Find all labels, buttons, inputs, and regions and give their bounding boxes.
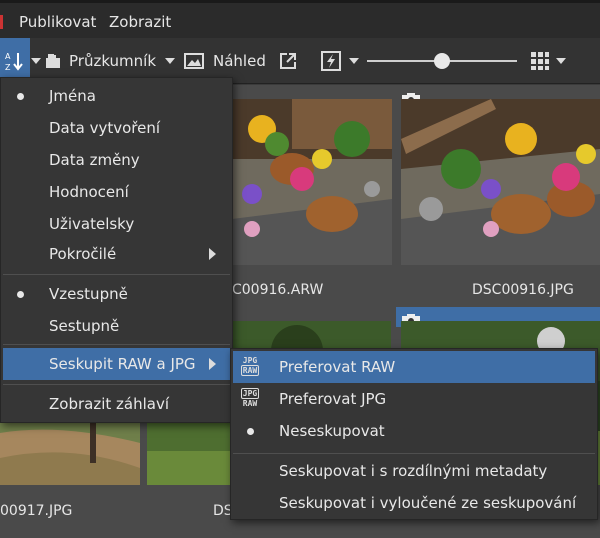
menu-separator (3, 274, 230, 275)
quick-fix-button[interactable] (321, 38, 341, 84)
checked-dot-icon (247, 427, 254, 435)
svg-text:Z: Z (5, 63, 11, 72)
sort-az-icon: A Z (5, 52, 23, 72)
menu-item-label: Seskupovat i s rozdílnými metadaty (279, 462, 548, 480)
menu-bar: Publikovat Zobrazit (0, 0, 600, 38)
thumbnail-image[interactable] (401, 99, 600, 265)
menu-item-label: Preferovat JPG (279, 390, 387, 408)
checked-dot-icon (17, 92, 24, 100)
quick-fix-dropdown[interactable] (349, 38, 359, 84)
chevron-down-icon (31, 58, 41, 64)
preview-label: Náhled (213, 52, 266, 70)
chevron-down-icon (349, 58, 359, 64)
sort-by-modified[interactable]: Data změny (1, 144, 232, 176)
group-different-metadata[interactable]: Seskupovat i s rozdílnými metadaty (231, 455, 597, 487)
menu-publikovat[interactable]: Publikovat (19, 13, 96, 31)
flower-photo (401, 99, 600, 265)
chevron-down-icon (165, 58, 175, 64)
menu-item-label: Seskupit RAW a JPG (49, 355, 196, 373)
zoom-slider-track (367, 53, 517, 69)
grid-dropdown[interactable] (556, 38, 566, 84)
menu-item-label: Pokročilé (49, 245, 117, 263)
menu-item-label: Seskupovat i vyloučené ze seskupování (279, 494, 577, 512)
zoom-slider[interactable] (367, 38, 517, 84)
menu-item-label: Data vytvoření (49, 119, 161, 137)
sort-by-created[interactable]: Data vytvoření (1, 112, 232, 144)
garden-photo (0, 423, 140, 485)
menu-item-label: Zobrazit záhlaví (49, 395, 169, 413)
prefer-jpg[interactable]: JPG RAW Preferovat JPG (231, 383, 597, 415)
thumbnail-image[interactable] (0, 423, 140, 485)
menu-bar-edge (0, 15, 3, 29)
raw-jpg-icon: JPG RAW (241, 356, 259, 376)
group-submenu: JPG RAW Preferovat RAW JPG RAW Preferovat … (230, 348, 598, 520)
menu-separator (3, 384, 230, 385)
menu-item-label: Sestupně (49, 317, 120, 335)
group-raw-jpg[interactable]: Seskupit RAW a JPG (3, 348, 230, 380)
menu-item-label: Data změny (49, 151, 140, 169)
menu-separator (3, 344, 230, 345)
thumbnail-image[interactable] (232, 99, 392, 265)
chevron-right-icon (209, 248, 216, 260)
menu-item-label: Hodnocení (49, 183, 129, 201)
external-link-icon (280, 53, 296, 69)
menu-item-label: Vzestupně (49, 285, 128, 303)
no-grouping[interactable]: Neseskupovat (231, 415, 597, 447)
sort-menu: Jména Data vytvoření Data změny Hodnocen… (0, 77, 233, 423)
group-excluded[interactable]: Seskupovat i vyloučené ze seskupování (231, 487, 597, 519)
checked-dot-icon (17, 290, 24, 298)
lightning-icon (321, 51, 341, 71)
menu-item-label: Jména (49, 87, 96, 105)
sort-descending[interactable]: Sestupně (1, 310, 232, 342)
thumbnail-caption: DSC00916.JPG (472, 282, 574, 298)
thumbnail-caption: C00916.ARW (232, 282, 324, 298)
thumbnail-caption: 00917.JPG (0, 503, 73, 519)
sort-ascending[interactable]: Vzestupně (1, 278, 232, 310)
menu-item-label: Preferovat RAW (279, 358, 396, 376)
svg-text:A: A (5, 52, 11, 61)
image-icon (184, 53, 204, 69)
chevron-right-icon (209, 358, 216, 370)
grid-icon (531, 52, 549, 70)
menu-item-label: Uživatelsky (49, 215, 135, 233)
sort-advanced[interactable]: Pokročilé (1, 238, 232, 270)
flower-photo (232, 99, 392, 265)
menu-zobrazit[interactable]: Zobrazit (109, 13, 171, 31)
chevron-down-icon (556, 58, 566, 64)
open-external-button[interactable] (279, 38, 297, 84)
menu-item-label: Neseskupovat (279, 422, 385, 440)
menu-separator (233, 453, 595, 454)
browser-icon (46, 54, 60, 68)
sort-by-name[interactable]: Jména (1, 80, 232, 112)
grid-view-button[interactable] (530, 38, 550, 84)
browser-label: Průzkumník (69, 52, 157, 70)
sort-by-rating[interactable]: Hodnocení (1, 176, 232, 208)
prefer-raw[interactable]: JPG RAW Preferovat RAW (233, 351, 595, 383)
zoom-slider-knob[interactable] (434, 53, 450, 69)
jpg-raw-icon: JPG RAW (241, 388, 259, 408)
show-header[interactable]: Zobrazit záhlaví (1, 388, 232, 420)
sort-custom[interactable]: Uživatelsky (1, 208, 232, 240)
